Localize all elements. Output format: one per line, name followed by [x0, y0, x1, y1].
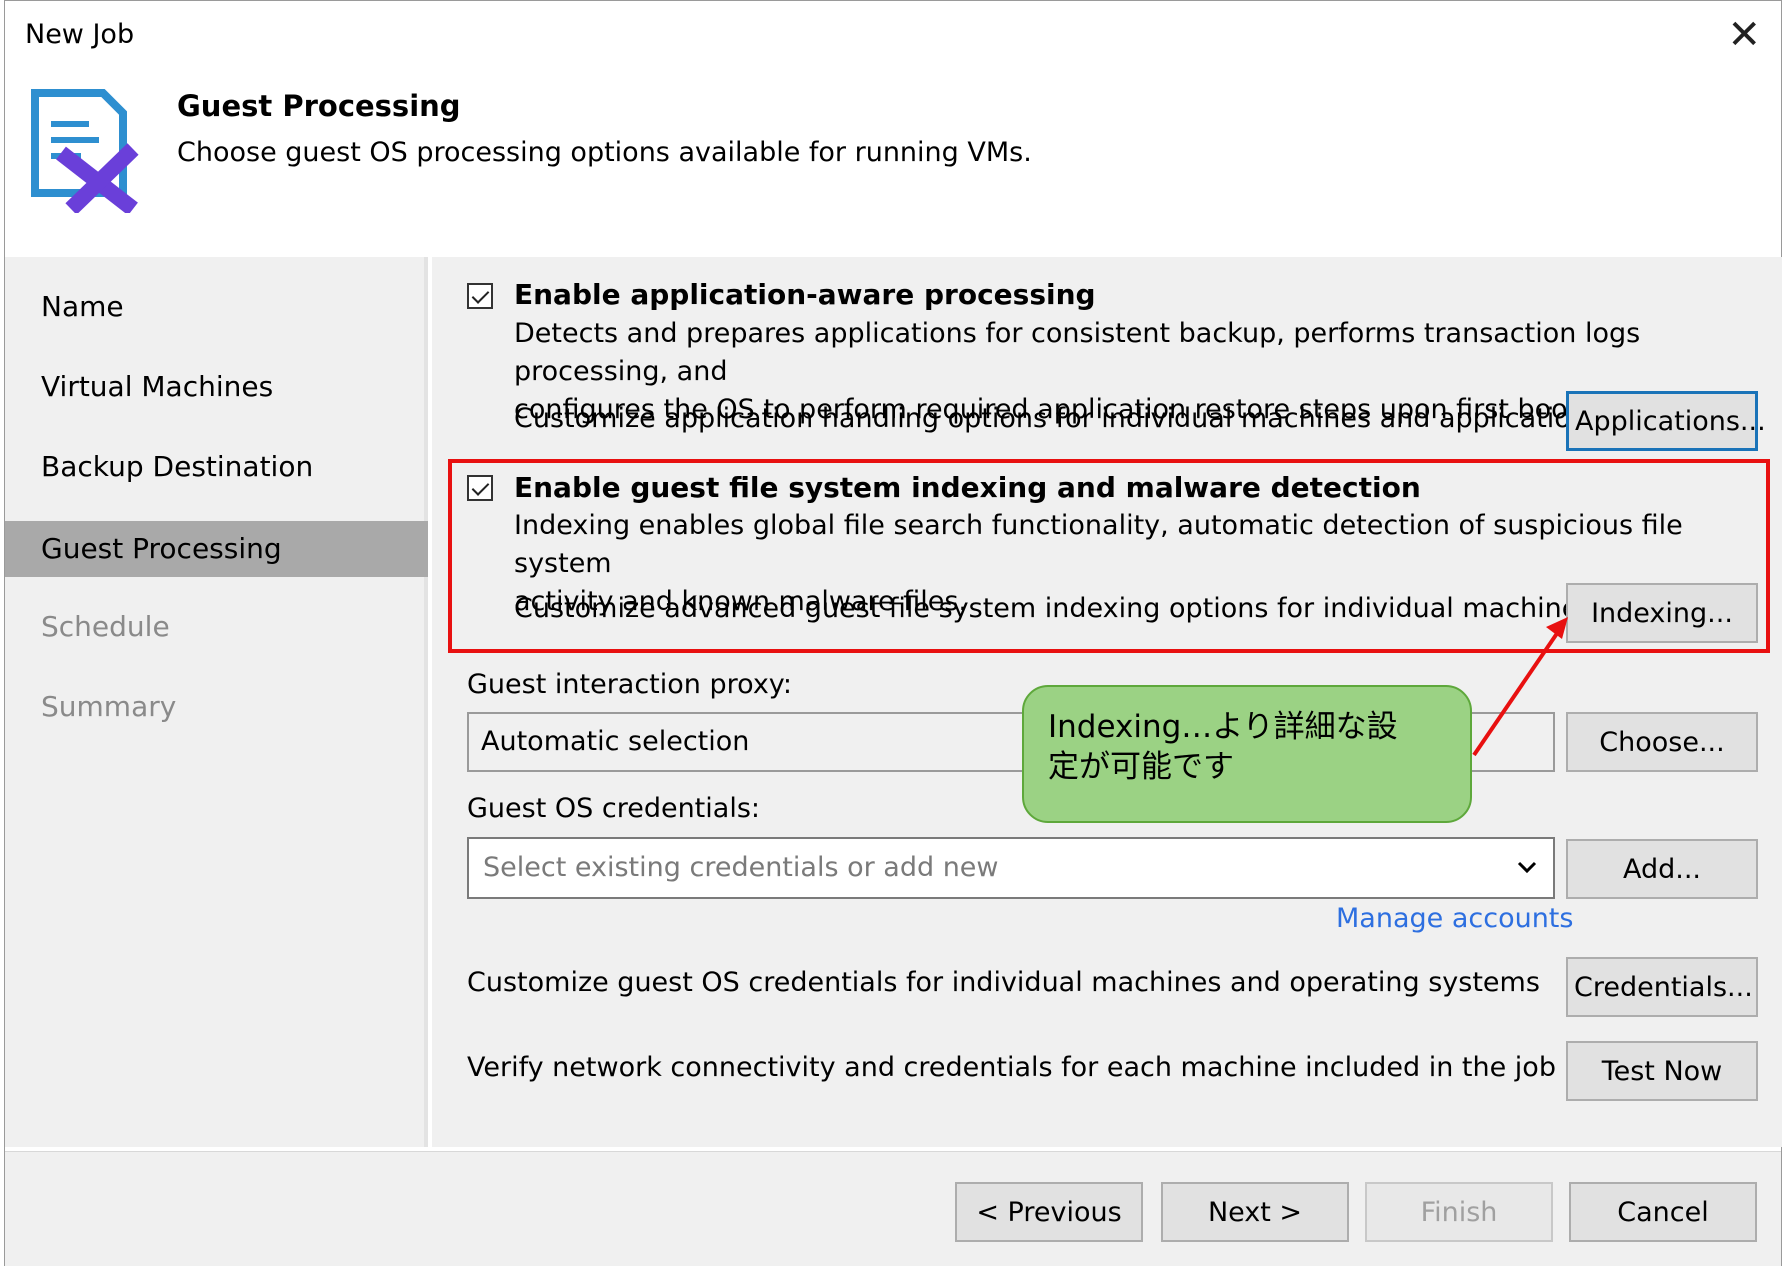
wizard-footer: < Previous Next > Finish Cancel: [5, 1151, 1781, 1266]
annotation-line2: 定が可能です: [1048, 749, 1234, 785]
sidebar-item-summary: Summary: [41, 690, 177, 723]
wizard-steps-sidebar: Name Virtual Machines Backup Destination…: [5, 257, 428, 1147]
indexing-button[interactable]: Indexing...: [1566, 583, 1758, 643]
proxy-label: Guest interaction proxy:: [467, 669, 792, 700]
credentials-label: Guest OS credentials:: [467, 793, 760, 824]
new-job-window: New Job ✕ Guest Processing Choose guest …: [4, 0, 1782, 1266]
main-content: Enable application-aware processing Dete…: [432, 257, 1782, 1147]
credentials-button[interactable]: Credentials...: [1566, 957, 1758, 1017]
window-title: New Job: [25, 19, 135, 50]
sidebar-item-guest-processing[interactable]: Guest Processing: [5, 521, 428, 577]
annotation-arrow: [1472, 617, 1568, 757]
credentials-select[interactable]: Select existing credentials or add new: [467, 837, 1555, 899]
indexing-customize-text: Customize advanced guest file system ind…: [514, 593, 1593, 624]
next-button[interactable]: Next >: [1161, 1182, 1349, 1242]
chevron-down-icon[interactable]: [1517, 861, 1537, 875]
manage-accounts-link[interactable]: Manage accounts: [1336, 903, 1573, 934]
test-now-button[interactable]: Test Now: [1566, 1041, 1758, 1101]
verify-text: Verify network connectivity and credenti…: [467, 1052, 1556, 1083]
proxy-value: Automatic selection: [481, 726, 750, 757]
annotation-callout: Indexing…より詳細な設 定が可能です: [1022, 685, 1472, 823]
finish-button: Finish: [1365, 1182, 1553, 1242]
indexing-desc-line1: Indexing enables global file search func…: [514, 510, 1683, 579]
sidebar-item-virtual-machines[interactable]: Virtual Machines: [5, 359, 428, 415]
previous-button[interactable]: < Previous: [955, 1182, 1143, 1242]
choose-proxy-button[interactable]: Choose...: [1566, 712, 1758, 772]
app-aware-customize-text: Customize application handling options f…: [514, 403, 1602, 434]
page-subtitle: Choose guest OS processing options avail…: [177, 137, 1032, 168]
job-wizard-icon: [31, 89, 139, 213]
app-aware-desc-line1: Detects and prepares applications for co…: [514, 318, 1641, 387]
indexing-checkbox[interactable]: [467, 475, 493, 501]
page-title: Guest Processing: [177, 89, 461, 123]
close-icon[interactable]: ✕: [1727, 15, 1761, 55]
indexing-label: Enable guest file system indexing and ma…: [514, 471, 1421, 504]
sidebar-item-schedule: Schedule: [41, 610, 170, 643]
app-aware-checkbox[interactable]: [467, 283, 493, 309]
credentials-placeholder: Select existing credentials or add new: [483, 852, 999, 883]
applications-button[interactable]: Applications...: [1566, 391, 1766, 451]
app-aware-label: Enable application-aware processing: [514, 278, 1096, 311]
annotation-line1: Indexing…より詳細な設: [1048, 709, 1398, 745]
add-credentials-button[interactable]: Add...: [1566, 839, 1758, 899]
cancel-button[interactable]: Cancel: [1569, 1182, 1757, 1242]
sidebar-item-name[interactable]: Name: [5, 279, 428, 335]
credentials-customize-text: Customize guest OS credentials for indiv…: [467, 967, 1540, 998]
sidebar-item-backup-destination[interactable]: Backup Destination: [5, 439, 428, 495]
